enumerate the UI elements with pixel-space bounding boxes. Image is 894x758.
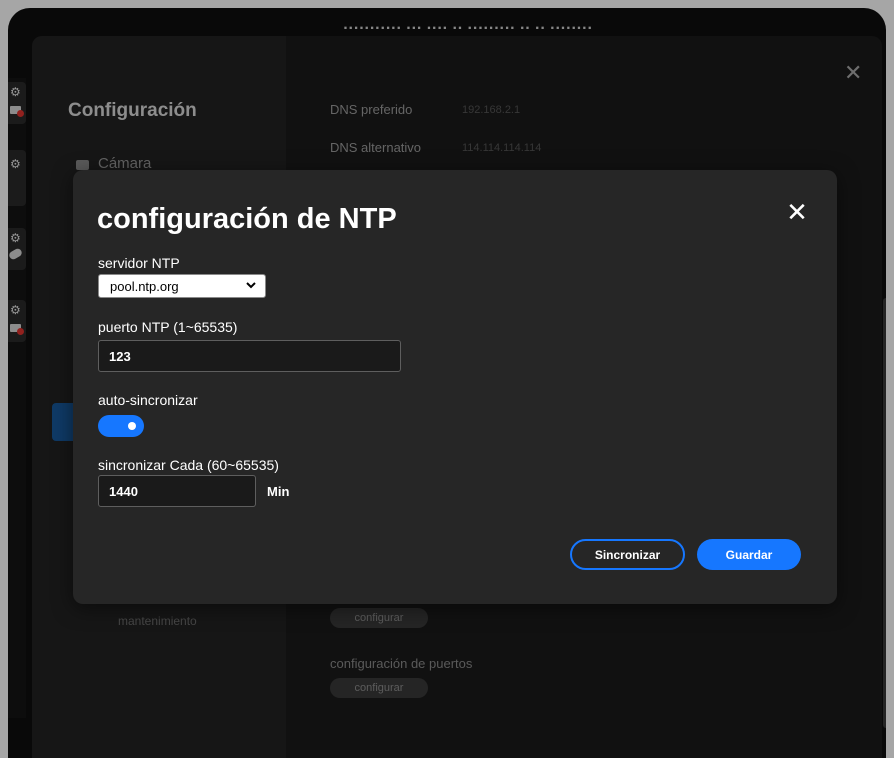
sync-interval-label: sincronizar Cada (60~65535) [98, 457, 279, 473]
ntp-server-value: pool.ntp.org [110, 279, 179, 294]
toggle-knob [128, 422, 136, 430]
dialog-title: configuración de NTP [97, 203, 397, 235]
chevron-down-icon [246, 282, 256, 289]
close-icon[interactable]: ✕ [785, 199, 809, 225]
sync-button[interactable]: Sincronizar [570, 539, 685, 570]
ntp-port-input[interactable] [98, 340, 401, 372]
sync-interval-input[interactable] [98, 475, 256, 507]
auto-sync-label: auto-sincronizar [98, 392, 198, 408]
save-button[interactable]: Guardar [697, 539, 801, 570]
sync-interval-unit: Min [267, 484, 290, 499]
ntp-settings-dialog: configuración de NTP ✕ servidor NTP pool… [73, 170, 837, 604]
auto-sync-toggle[interactable] [98, 415, 144, 437]
ntp-server-select[interactable]: pool.ntp.org [98, 274, 266, 298]
ntp-server-label: servidor NTP [98, 255, 180, 271]
ntp-port-label: puerto NTP (1~65535) [98, 319, 238, 335]
